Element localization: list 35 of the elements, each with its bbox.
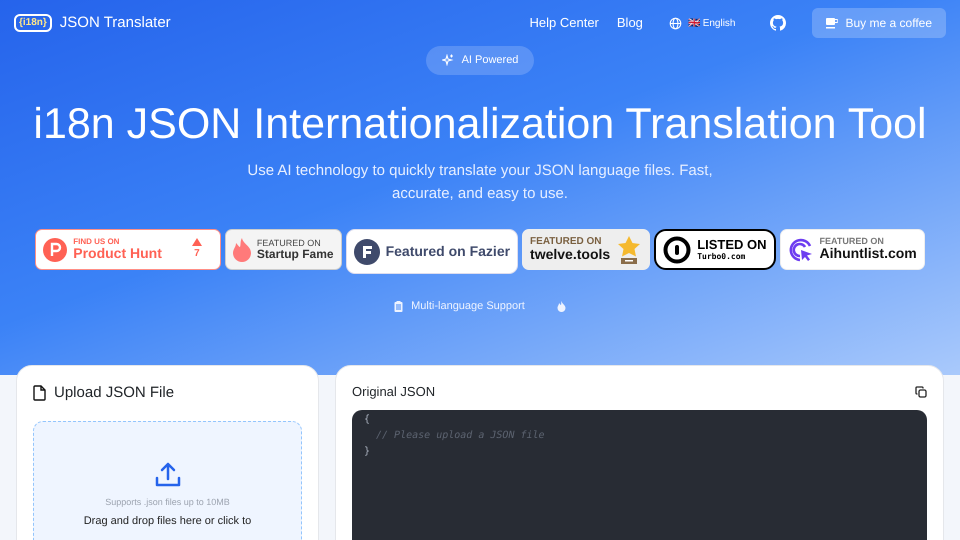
code-editor[interactable]: { // Please upload a JSON file } (352, 410, 927, 540)
badge-title: Aihuntlist.com (820, 246, 917, 262)
nav-link[interactable]: Help Center (530, 13, 599, 33)
featured-badge[interactable]: LISTED ON Turbo0.com (654, 229, 776, 270)
featured-badge[interactable]: Featured on Fazier (346, 229, 518, 274)
featured-badge[interactable]: FEATURED ON twelve.tools (522, 229, 650, 270)
hero-title: i18n JSON Internationalization Translation Tool (33, 98, 927, 150)
badge-title: Startup Fame (256, 248, 334, 261)
code-brace: { (364, 412, 370, 426)
badge-title: twelve.tools (530, 246, 610, 262)
language-selector[interactable]: 🇬🇧 English (688, 16, 736, 30)
brand-name[interactable]: JSON Translater (60, 12, 171, 34)
badge-caption: Turbo0.com (697, 252, 746, 261)
feature-label: Multi-language Support (411, 299, 525, 314)
badge-caption: FEATURED ON (530, 236, 603, 247)
nav-link[interactable]: Blog (616, 13, 643, 33)
badge-caption: FEATURED ON (820, 237, 885, 246)
upvote-count: 7 (194, 247, 200, 262)
badge-caption: FEATURED ON (256, 238, 322, 248)
drop-instruction: Drag and drop files here or click to (84, 514, 252, 529)
featured-badge[interactable]: FEATURED ON Aihuntlist.com (780, 229, 925, 270)
badge-title: LISTED ON (697, 238, 767, 252)
code-comment: // Please upload a JSON file (375, 428, 545, 442)
hero-subtitle: Use AI technology to quickly translate your JSON language files. Fast, accurate, and easy to use. (246, 161, 714, 204)
file-size-hint: Supports .json files up to 10MB (105, 496, 230, 509)
badge-caption: FIND US ON (73, 238, 120, 246)
code-brace: } (364, 444, 370, 458)
badge-title: Product Hunt (73, 246, 162, 262)
drop-zone[interactable]: Supports .json files up to 10MB Drag and drop files here or click to (33, 420, 302, 540)
logo-icon[interactable]: {i18n} (14, 14, 52, 32)
badge-title: Featured on Fazier (386, 244, 510, 260)
featured-badge[interactable]: FEATURED ON Startup Fame (224, 229, 342, 270)
original-json-title: Original JSON (352, 383, 436, 401)
ai-powered-pill: AI Powered (426, 46, 534, 74)
upload-card-title: Upload JSON File (54, 383, 174, 403)
